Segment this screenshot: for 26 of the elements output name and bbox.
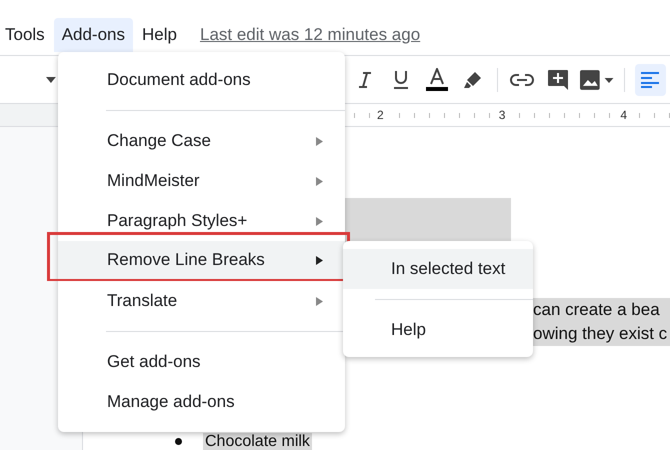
- submenu-arrow-icon: [316, 256, 323, 264]
- bullet-icon: [175, 438, 182, 445]
- bullet-text: Chocolate milk: [203, 433, 312, 450]
- menu-item[interactable]: Translate: [58, 281, 345, 321]
- menu-item[interactable]: Remove Line Breaks: [47, 232, 350, 281]
- menu-item[interactable]: Change Case: [58, 121, 345, 161]
- menu-bar-item[interactable]: Tools: [0, 18, 53, 52]
- menu-item[interactable]: Manage add-ons: [58, 382, 345, 422]
- last-edit-link[interactable]: Last edit was 12 minutes ago: [200, 24, 420, 44]
- ruler-number: 3: [496, 108, 508, 122]
- menu-bar-item[interactable]: Add-ons: [54, 18, 134, 52]
- menu-item[interactable]: Help: [343, 310, 533, 350]
- menu-item[interactable]: MindMeister: [58, 161, 345, 201]
- submenu-arrow-icon: [316, 176, 323, 186]
- ruler-number: 4: [618, 108, 630, 122]
- submenu-arrow-icon: [316, 216, 323, 226]
- submenu-arrow-icon: [316, 136, 323, 146]
- ruler-number: 2: [375, 108, 386, 122]
- body-text: owing they exist c: [533, 322, 670, 346]
- align-left-icon[interactable]: [634, 64, 666, 96]
- menu-item[interactable]: Get add-ons: [58, 342, 345, 382]
- menu-item[interactable]: Document add-ons: [58, 60, 345, 100]
- body-text: can create a bea: [533, 298, 670, 322]
- submenu-arrow-icon: [316, 296, 323, 306]
- menu-bar-item[interactable]: Help: [134, 18, 185, 52]
- menu-item[interactable]: In selected text: [343, 249, 533, 289]
